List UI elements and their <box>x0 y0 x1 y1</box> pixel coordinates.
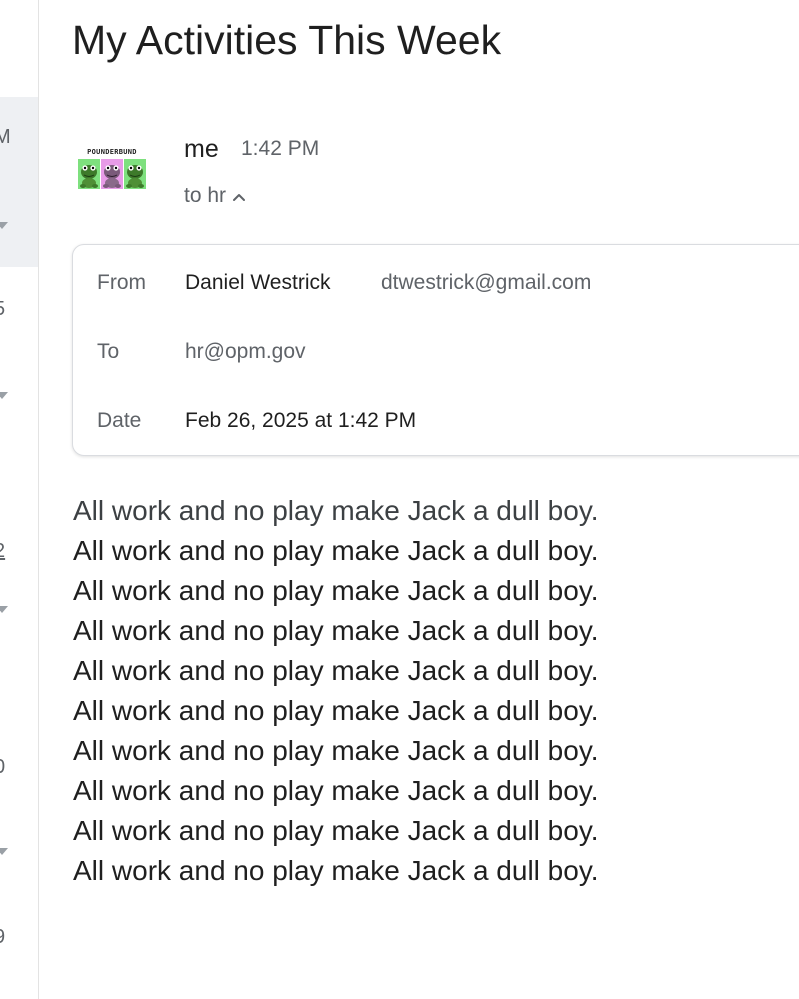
to-email[interactable]: hr@opm.gov <box>185 340 306 364</box>
body-line: All work and no play make Jack a dull bo… <box>73 575 599 606</box>
email-subject: My Activities This Week <box>72 17 502 63</box>
rail-selected-item[interactable] <box>0 97 38 267</box>
from-label: From <box>97 271 146 294</box>
rail-fragment-text: M <box>0 126 11 149</box>
rail-caret-icon[interactable] <box>0 606 8 613</box>
rail-fragment-text: 0 <box>0 756 5 779</box>
rail-fragment-text: 5 <box>0 298 5 321</box>
from-name[interactable]: Daniel Westrick <box>185 271 330 295</box>
frog-avatar-icon <box>101 159 123 189</box>
body-line: All work and no play make Jack a dull bo… <box>73 735 599 766</box>
from-email[interactable]: dtwestrick@gmail.com <box>381 271 591 295</box>
body-line: All work and no play make Jack a dull bo… <box>73 775 599 806</box>
body-line: All work and no play make Jack a dull bo… <box>73 695 599 726</box>
sender-avatar[interactable]: POUNDERBUND <box>78 147 146 191</box>
date-value: Feb 26, 2025 at 1:42 PM <box>185 409 417 432</box>
rail-caret-icon[interactable] <box>0 848 8 855</box>
body-line: All work and no play make Jack a dull bo… <box>73 855 599 886</box>
frog-avatar-icon <box>124 159 146 189</box>
avatar-banner-text: POUNDERBUND <box>80 147 144 157</box>
body-line: All work and no play make Jack a dull bo… <box>73 535 599 566</box>
date-label: Date <box>97 409 142 432</box>
message-list-rail: M 5 2 0 9 <box>0 0 39 999</box>
rail-fragment-text: 2 <box>0 540 5 563</box>
to-label: To <box>97 340 120 363</box>
chevron-up-icon <box>232 184 246 208</box>
rail-caret-icon[interactable] <box>0 222 8 229</box>
recipients-toggle[interactable]: to hr <box>184 184 246 208</box>
body-line: All work and no play make Jack a dull bo… <box>73 655 599 686</box>
rail-caret-icon[interactable] <box>0 392 8 399</box>
sender-name[interactable]: me <box>184 135 219 164</box>
sent-time: 1:42 PM <box>241 137 320 160</box>
recipients-summary: to hr <box>184 184 227 207</box>
message-details-card: From Daniel Westrick dtwestrick@gmail.co… <box>72 244 799 456</box>
rail-fragment-text: 9 <box>0 926 5 949</box>
frog-avatar-icon <box>78 159 100 189</box>
body-line: All work and no play make Jack a dull bo… <box>73 615 599 646</box>
body-line: All work and no play make Jack a dull bo… <box>73 495 599 526</box>
email-body: All work and no play make Jack a dull bo… <box>73 491 773 891</box>
body-line: All work and no play make Jack a dull bo… <box>73 815 599 846</box>
